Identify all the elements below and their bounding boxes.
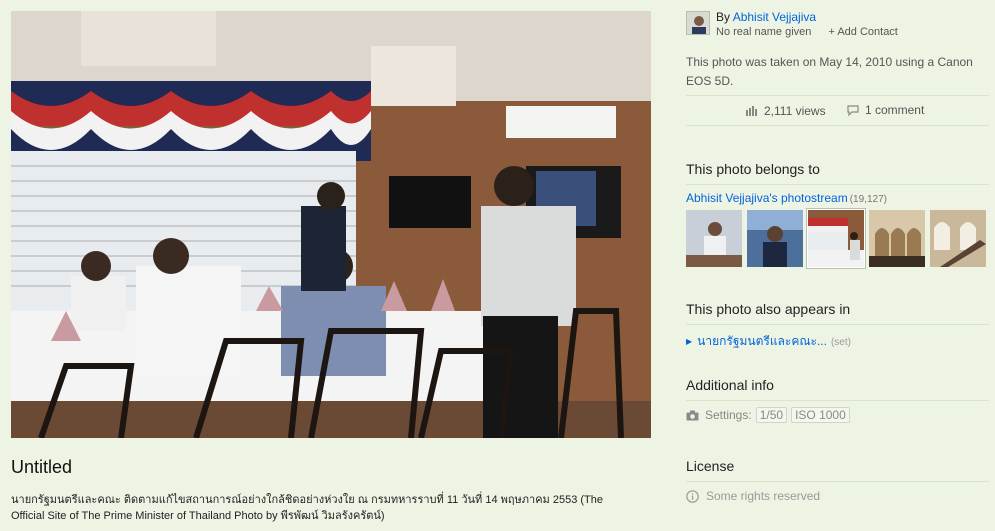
photostream-link-row: Abhisit Vejjajiva's photostream (19,127) xyxy=(686,191,887,205)
camera-settings: Settings: 1/50 ISO 1000 xyxy=(686,407,850,423)
avatar[interactable] xyxy=(686,11,710,35)
license-row[interactable]: Some rights reserved xyxy=(686,489,820,503)
comment-icon xyxy=(847,104,859,116)
set-link[interactable]: นายกรัฐมนตรีและคณะ... xyxy=(697,334,827,348)
thumbnail-image xyxy=(808,210,864,267)
set-tag: (set) xyxy=(830,337,851,348)
taken-info: This photo was taken on May 14, 2010 usi… xyxy=(686,55,973,88)
owner-line: By Abhisit Vejjajiva xyxy=(716,10,816,24)
triangle-right-icon: ▶ xyxy=(686,337,693,346)
settings-label: Settings: xyxy=(705,408,752,422)
camera-icon xyxy=(686,410,699,420)
avatar-image xyxy=(687,12,709,34)
appears-heading: This photo also appears in xyxy=(686,301,851,317)
photostream-thumbnails xyxy=(686,209,989,268)
views-icon xyxy=(746,105,757,116)
info-icon xyxy=(686,489,699,503)
thumbnail-image xyxy=(686,210,742,267)
views-stat: 2,111 views xyxy=(746,104,826,118)
divider xyxy=(686,125,989,126)
thumbnail-current[interactable] xyxy=(807,209,865,268)
additional-info-heading: Additional info xyxy=(686,377,774,393)
shutter-speed: 1/50 xyxy=(755,407,788,423)
owner-subline: No real name given + Add Contact xyxy=(716,26,898,38)
thumbnail[interactable] xyxy=(930,210,986,267)
stats-bar: 2,111 views 1 comment xyxy=(746,103,924,119)
thumbnail-image xyxy=(747,210,803,267)
thumbnail[interactable] xyxy=(686,210,742,267)
divider xyxy=(686,184,989,185)
belongs-heading: This photo belongs to xyxy=(686,161,820,177)
divider xyxy=(686,324,989,325)
photo-title[interactable]: Untitled xyxy=(11,457,72,478)
photo-description: นายกรัฐมนตรีและคณะ ติดตามแก้ไขสถานการณ์อ… xyxy=(11,494,604,522)
real-name-text: No real name given xyxy=(716,26,812,38)
divider xyxy=(686,481,989,482)
thumbnail[interactable] xyxy=(747,210,803,267)
thumbnail-image xyxy=(930,210,986,267)
main-photo[interactable] xyxy=(11,11,651,438)
add-contact-link[interactable]: + Add Contact xyxy=(828,26,897,38)
by-label: By xyxy=(716,10,731,24)
views-count: 2,111 views xyxy=(764,103,826,118)
license-text: Some rights reserved xyxy=(706,489,821,503)
comments-stat[interactable]: 1 comment xyxy=(847,103,924,117)
license-heading: License xyxy=(686,458,735,474)
owner-link[interactable]: Abhisit Vejjajiva xyxy=(733,10,816,24)
photo-image xyxy=(11,11,651,438)
owner-block: By Abhisit Vejjajiva No real name given … xyxy=(686,10,989,38)
photostream-count: (19,127) xyxy=(849,194,887,205)
iso-value: ISO 1000 xyxy=(791,407,850,423)
divider xyxy=(686,400,989,401)
thumbnail[interactable] xyxy=(869,210,925,267)
comments-count: 1 comment xyxy=(864,103,925,117)
set-link-row: ▶ นายกรัฐมนตรีและคณะ... (set) xyxy=(686,332,851,351)
divider xyxy=(686,95,989,96)
thumbnail-image xyxy=(869,210,925,267)
photostream-link[interactable]: Abhisit Vejjajiva's photostream xyxy=(686,191,848,205)
